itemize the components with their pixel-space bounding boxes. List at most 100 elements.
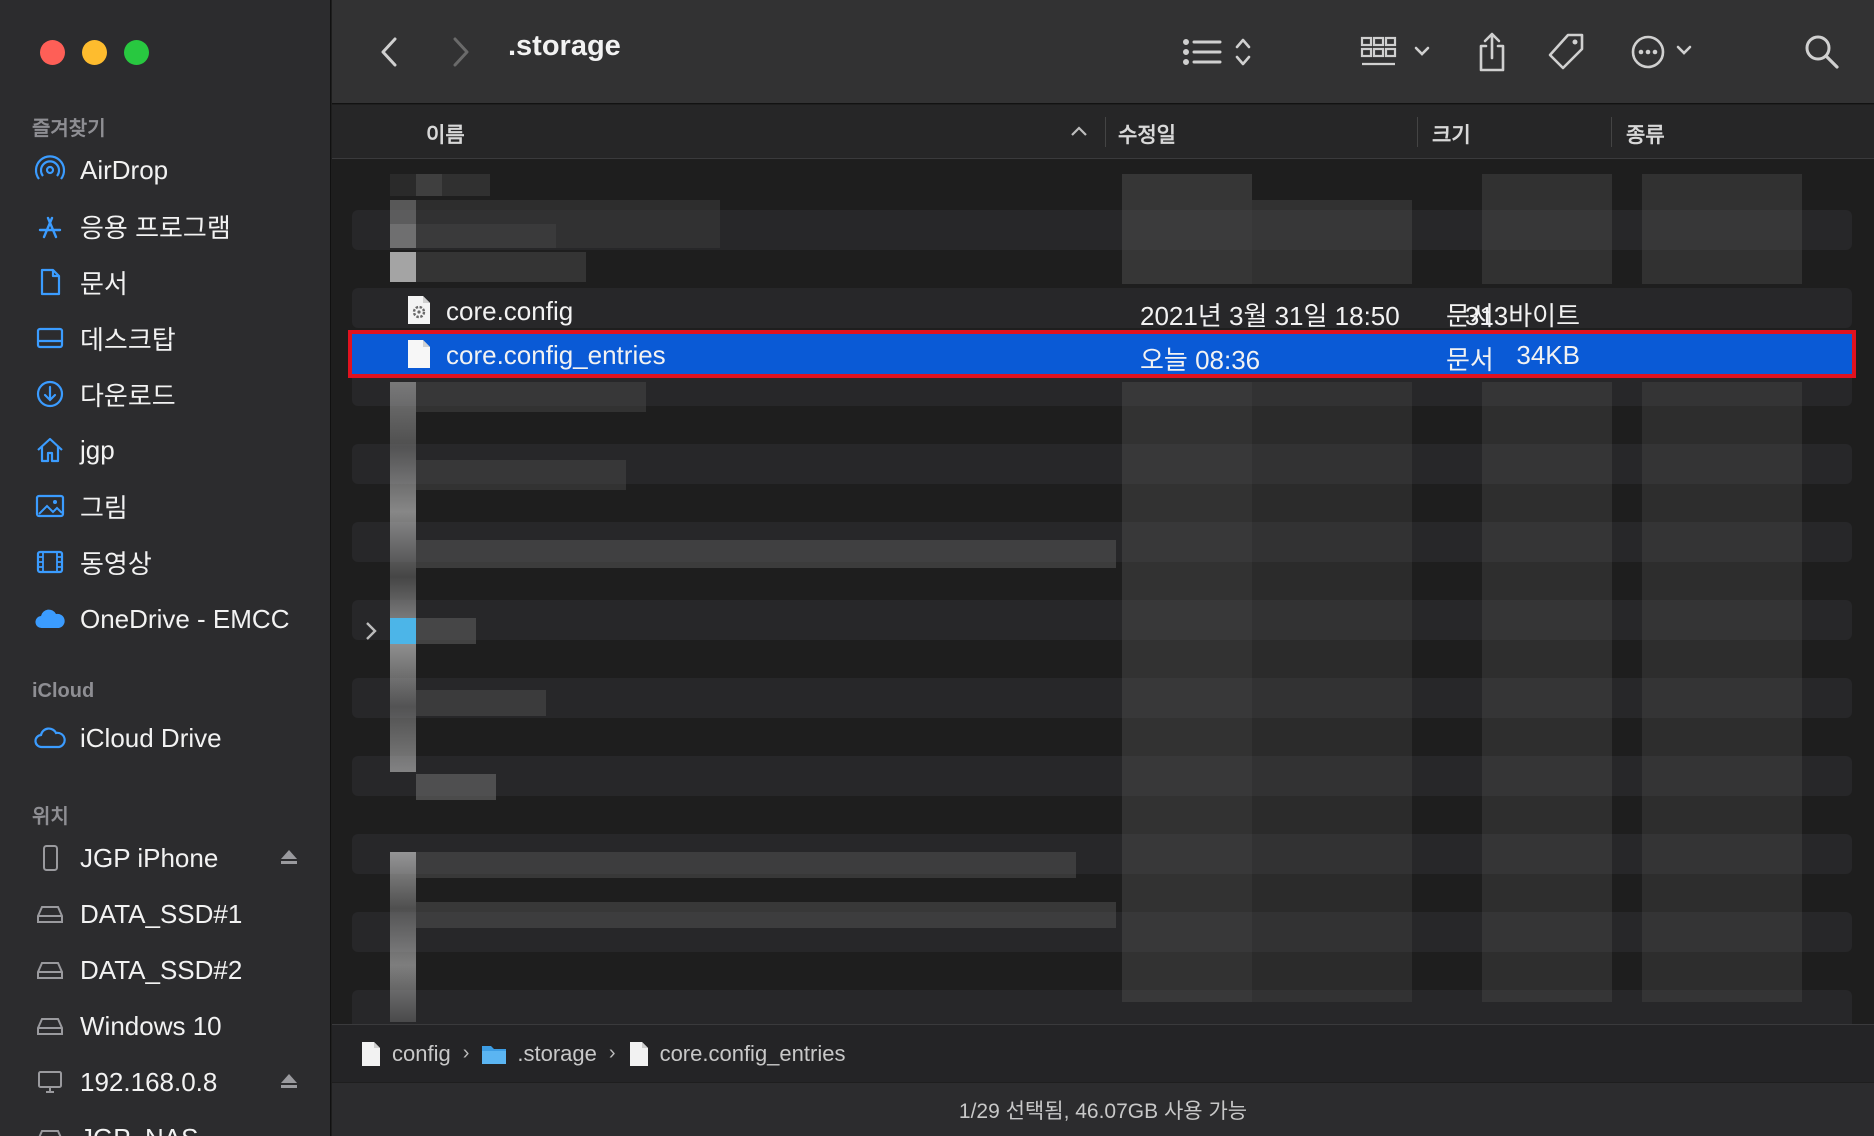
path-segment[interactable]: config xyxy=(360,1041,451,1067)
chevron-left-icon xyxy=(381,37,397,67)
sidebar-item-applications[interactable]: 응용 프로그램 xyxy=(32,204,312,248)
sidebar-item-label: AirDrop xyxy=(80,154,169,185)
desktop-icon xyxy=(32,320,68,356)
sidebar-item-label: jgp xyxy=(80,434,115,465)
obscured-content xyxy=(416,774,496,800)
column-kind[interactable]: 종류 xyxy=(1626,119,1665,149)
iphone-icon xyxy=(32,840,68,876)
applications-icon xyxy=(32,208,68,244)
sidebar-item-label: 문서 xyxy=(80,268,128,299)
obscured-content xyxy=(416,382,646,412)
sidebar-item-documents[interactable]: 문서 xyxy=(32,260,312,304)
view-options-button[interactable] xyxy=(1180,30,1256,74)
sidebar-item-label: 192.168.0.8 xyxy=(80,1066,218,1097)
grid-group-icon xyxy=(1360,36,1430,66)
path-segment[interactable]: core.config_entries xyxy=(628,1040,846,1067)
obscured-content xyxy=(390,382,416,772)
sidebar-item-windows[interactable]: Windows 10 xyxy=(32,1004,312,1048)
obscured-content xyxy=(1642,382,1802,1002)
forward-button[interactable] xyxy=(442,30,478,74)
window-title: .storage xyxy=(508,30,621,62)
file-row-core-config-entries[interactable]: core.config_entries 오늘 08:36 34KB 문서 xyxy=(348,330,1856,378)
column-divider[interactable] xyxy=(1611,117,1612,147)
sidebar-item-label: 데스크탑 xyxy=(80,324,176,355)
file-name: core.config xyxy=(446,296,574,326)
file-row-core-config[interactable]: core.config 2021년 3월 31일 18:50 313바이트 문서 xyxy=(352,290,1852,331)
path-separator: › xyxy=(462,1042,470,1064)
sidebar-item-pictures[interactable]: 그림 xyxy=(32,484,312,528)
chevron-right-icon xyxy=(453,37,469,67)
file-icon xyxy=(408,340,430,368)
path-segment-label: core.config_entries xyxy=(659,1040,846,1066)
folder-icon xyxy=(482,1045,507,1064)
close-button[interactable] xyxy=(40,40,65,65)
column-modified[interactable]: 수정일 xyxy=(1118,119,1176,149)
sidebar-item-downloads[interactable]: 다운로드 xyxy=(32,372,312,416)
sidebar-item-movies[interactable]: 동영상 xyxy=(32,540,312,584)
sidebar-heading-favorites: 즐겨찾기 xyxy=(32,118,106,140)
sidebar-item-label: iCloud Drive xyxy=(80,722,222,753)
obscured-content xyxy=(416,852,1076,878)
tag-icon xyxy=(1548,33,1584,70)
obscured-content xyxy=(390,618,416,644)
file-icon xyxy=(362,1041,380,1066)
status-text: 1/29 선택됨, 46.07GB 사용 가능 xyxy=(958,1099,1248,1123)
obscured-content xyxy=(416,460,626,490)
sidebar-item-label: JGP iPhone xyxy=(80,842,219,873)
column-size[interactable]: 크기 xyxy=(1432,119,1471,149)
file-modified: 2021년 3월 31일 18:50 xyxy=(1140,301,1400,331)
drive-icon xyxy=(32,896,68,932)
obscured-content xyxy=(416,618,476,644)
path-bar: config › .storage › core.config_entries xyxy=(332,1024,1874,1082)
list-row-background xyxy=(352,678,1852,718)
sidebar-item-airdrop[interactable]: AirDrop xyxy=(32,148,312,192)
sidebar-item-icloud-drive[interactable]: iCloud Drive xyxy=(32,716,312,760)
list-row-background xyxy=(352,990,1852,1024)
tag-button[interactable] xyxy=(1544,30,1588,74)
file-list[interactable]: core.config 2021년 3월 31일 18:50 313바이트 문서… xyxy=(332,160,1874,1024)
minimize-button[interactable] xyxy=(82,40,107,65)
sidebar-item-iphone[interactable]: JGP iPhone xyxy=(32,836,312,880)
obscured-content xyxy=(390,252,416,282)
file-size: 34KB xyxy=(1516,340,1580,370)
obscured-content xyxy=(390,174,490,196)
sidebar-item-onedrive[interactable]: OneDrive - EMCC xyxy=(32,597,312,641)
sidebar-item-data-ssd-2[interactable]: DATA_SSD#2 xyxy=(32,948,312,992)
more-actions-button[interactable] xyxy=(1630,30,1704,74)
column-name[interactable]: 이름 xyxy=(426,119,465,149)
cloud-icon xyxy=(32,720,68,756)
drive-icon xyxy=(32,1120,68,1136)
disclosure-chevron-icon[interactable] xyxy=(364,620,378,642)
file-kind: 문서 xyxy=(1446,345,1494,375)
eject-icon[interactable] xyxy=(278,1070,300,1092)
file-modified: 오늘 08:36 xyxy=(1140,345,1261,375)
sidebar-item-nas[interactable]: JGP_NAS xyxy=(32,1116,312,1136)
airdrop-icon xyxy=(32,152,68,188)
sidebar-item-label: 그림 xyxy=(80,492,128,523)
finder-window: 즐겨찾기 AirDrop 응용 프로그램 문서 데스크탑 다운로드 jgp 그림… xyxy=(0,0,1874,1136)
share-button[interactable] xyxy=(1472,30,1512,74)
sidebar-item-home[interactable]: jgp xyxy=(32,428,312,472)
path-segment[interactable]: .storage xyxy=(481,1041,597,1067)
column-divider[interactable] xyxy=(1105,117,1106,147)
group-button[interactable] xyxy=(1360,30,1434,74)
search-icon xyxy=(1805,35,1839,69)
obscured-content xyxy=(390,200,720,224)
sidebar-item-data-ssd-1[interactable]: DATA_SSD#1 xyxy=(32,892,312,936)
sidebar-item-desktop[interactable]: 데스크탑 xyxy=(32,316,312,360)
column-header: 이름 수정일 크기 종류 xyxy=(332,105,1874,159)
zoom-button[interactable] xyxy=(124,40,149,65)
document-icon xyxy=(32,264,68,300)
eject-icon[interactable] xyxy=(278,846,300,868)
back-button[interactable] xyxy=(372,30,408,74)
file-kind: 문서 xyxy=(1446,301,1494,331)
sidebar-item-network[interactable]: 192.168.0.8 xyxy=(32,1060,312,1104)
file-name: core.config_entries xyxy=(446,340,666,370)
sidebar: 즐겨찾기 AirDrop 응용 프로그램 문서 데스크탑 다운로드 jgp 그림… xyxy=(0,0,331,1136)
search-button[interactable] xyxy=(1802,30,1842,74)
obscured-content xyxy=(416,540,1116,568)
sidebar-item-label: 동영상 xyxy=(80,548,152,579)
ellipsis-circle-icon xyxy=(1631,35,1692,69)
column-divider[interactable] xyxy=(1417,117,1418,147)
sidebar-item-label: 다운로드 xyxy=(80,380,176,411)
